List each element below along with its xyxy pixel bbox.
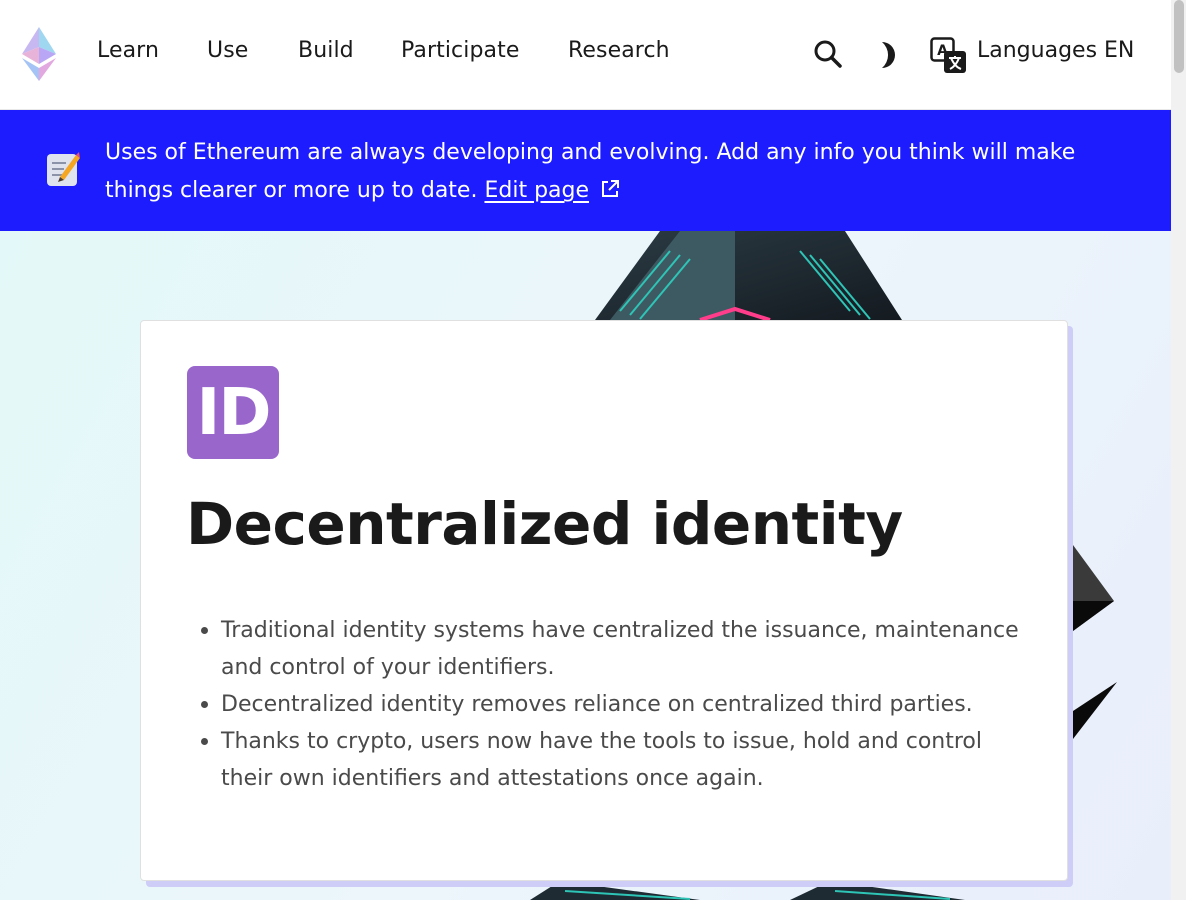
nav-use[interactable]: Use	[207, 38, 248, 63]
banner-message: Uses of Ethereum are always developing a…	[105, 134, 1115, 210]
list-item: Traditional identity systems have centra…	[201, 612, 1021, 686]
languages-button[interactable]: Languages EN	[977, 38, 1134, 63]
ethereum-logo-icon[interactable]	[22, 27, 56, 81]
page-scrollbar[interactable]	[1171, 0, 1186, 900]
external-link-icon	[602, 180, 620, 197]
search-icon[interactable]	[813, 39, 843, 69]
summary-list: Traditional identity systems have centra…	[201, 612, 1021, 797]
id-badge-text: ID	[196, 375, 272, 450]
scrollbar-thumb[interactable]	[1174, 0, 1184, 73]
id-badge-icon: ID	[187, 366, 279, 459]
list-item: Decentralized identity removes reliance …	[201, 686, 1021, 723]
nav-participate[interactable]: Participate	[401, 38, 519, 63]
page-title: Decentralized identity	[186, 490, 903, 558]
top-navigation: Learn Use Build Participate Research A L…	[0, 0, 1171, 110]
banner-text: Uses of Ethereum are always developing a…	[105, 140, 1076, 203]
nav-learn[interactable]: Learn	[97, 38, 159, 63]
moon-icon[interactable]	[876, 40, 902, 70]
memo-icon	[47, 152, 80, 186]
list-item: Thanks to crypto, users now have the too…	[201, 723, 1021, 797]
nav-research[interactable]: Research	[568, 38, 670, 63]
nav-build[interactable]: Build	[298, 38, 354, 63]
edit-page-link[interactable]: Edit page	[484, 178, 589, 203]
translate-icon[interactable]: A	[930, 37, 968, 75]
